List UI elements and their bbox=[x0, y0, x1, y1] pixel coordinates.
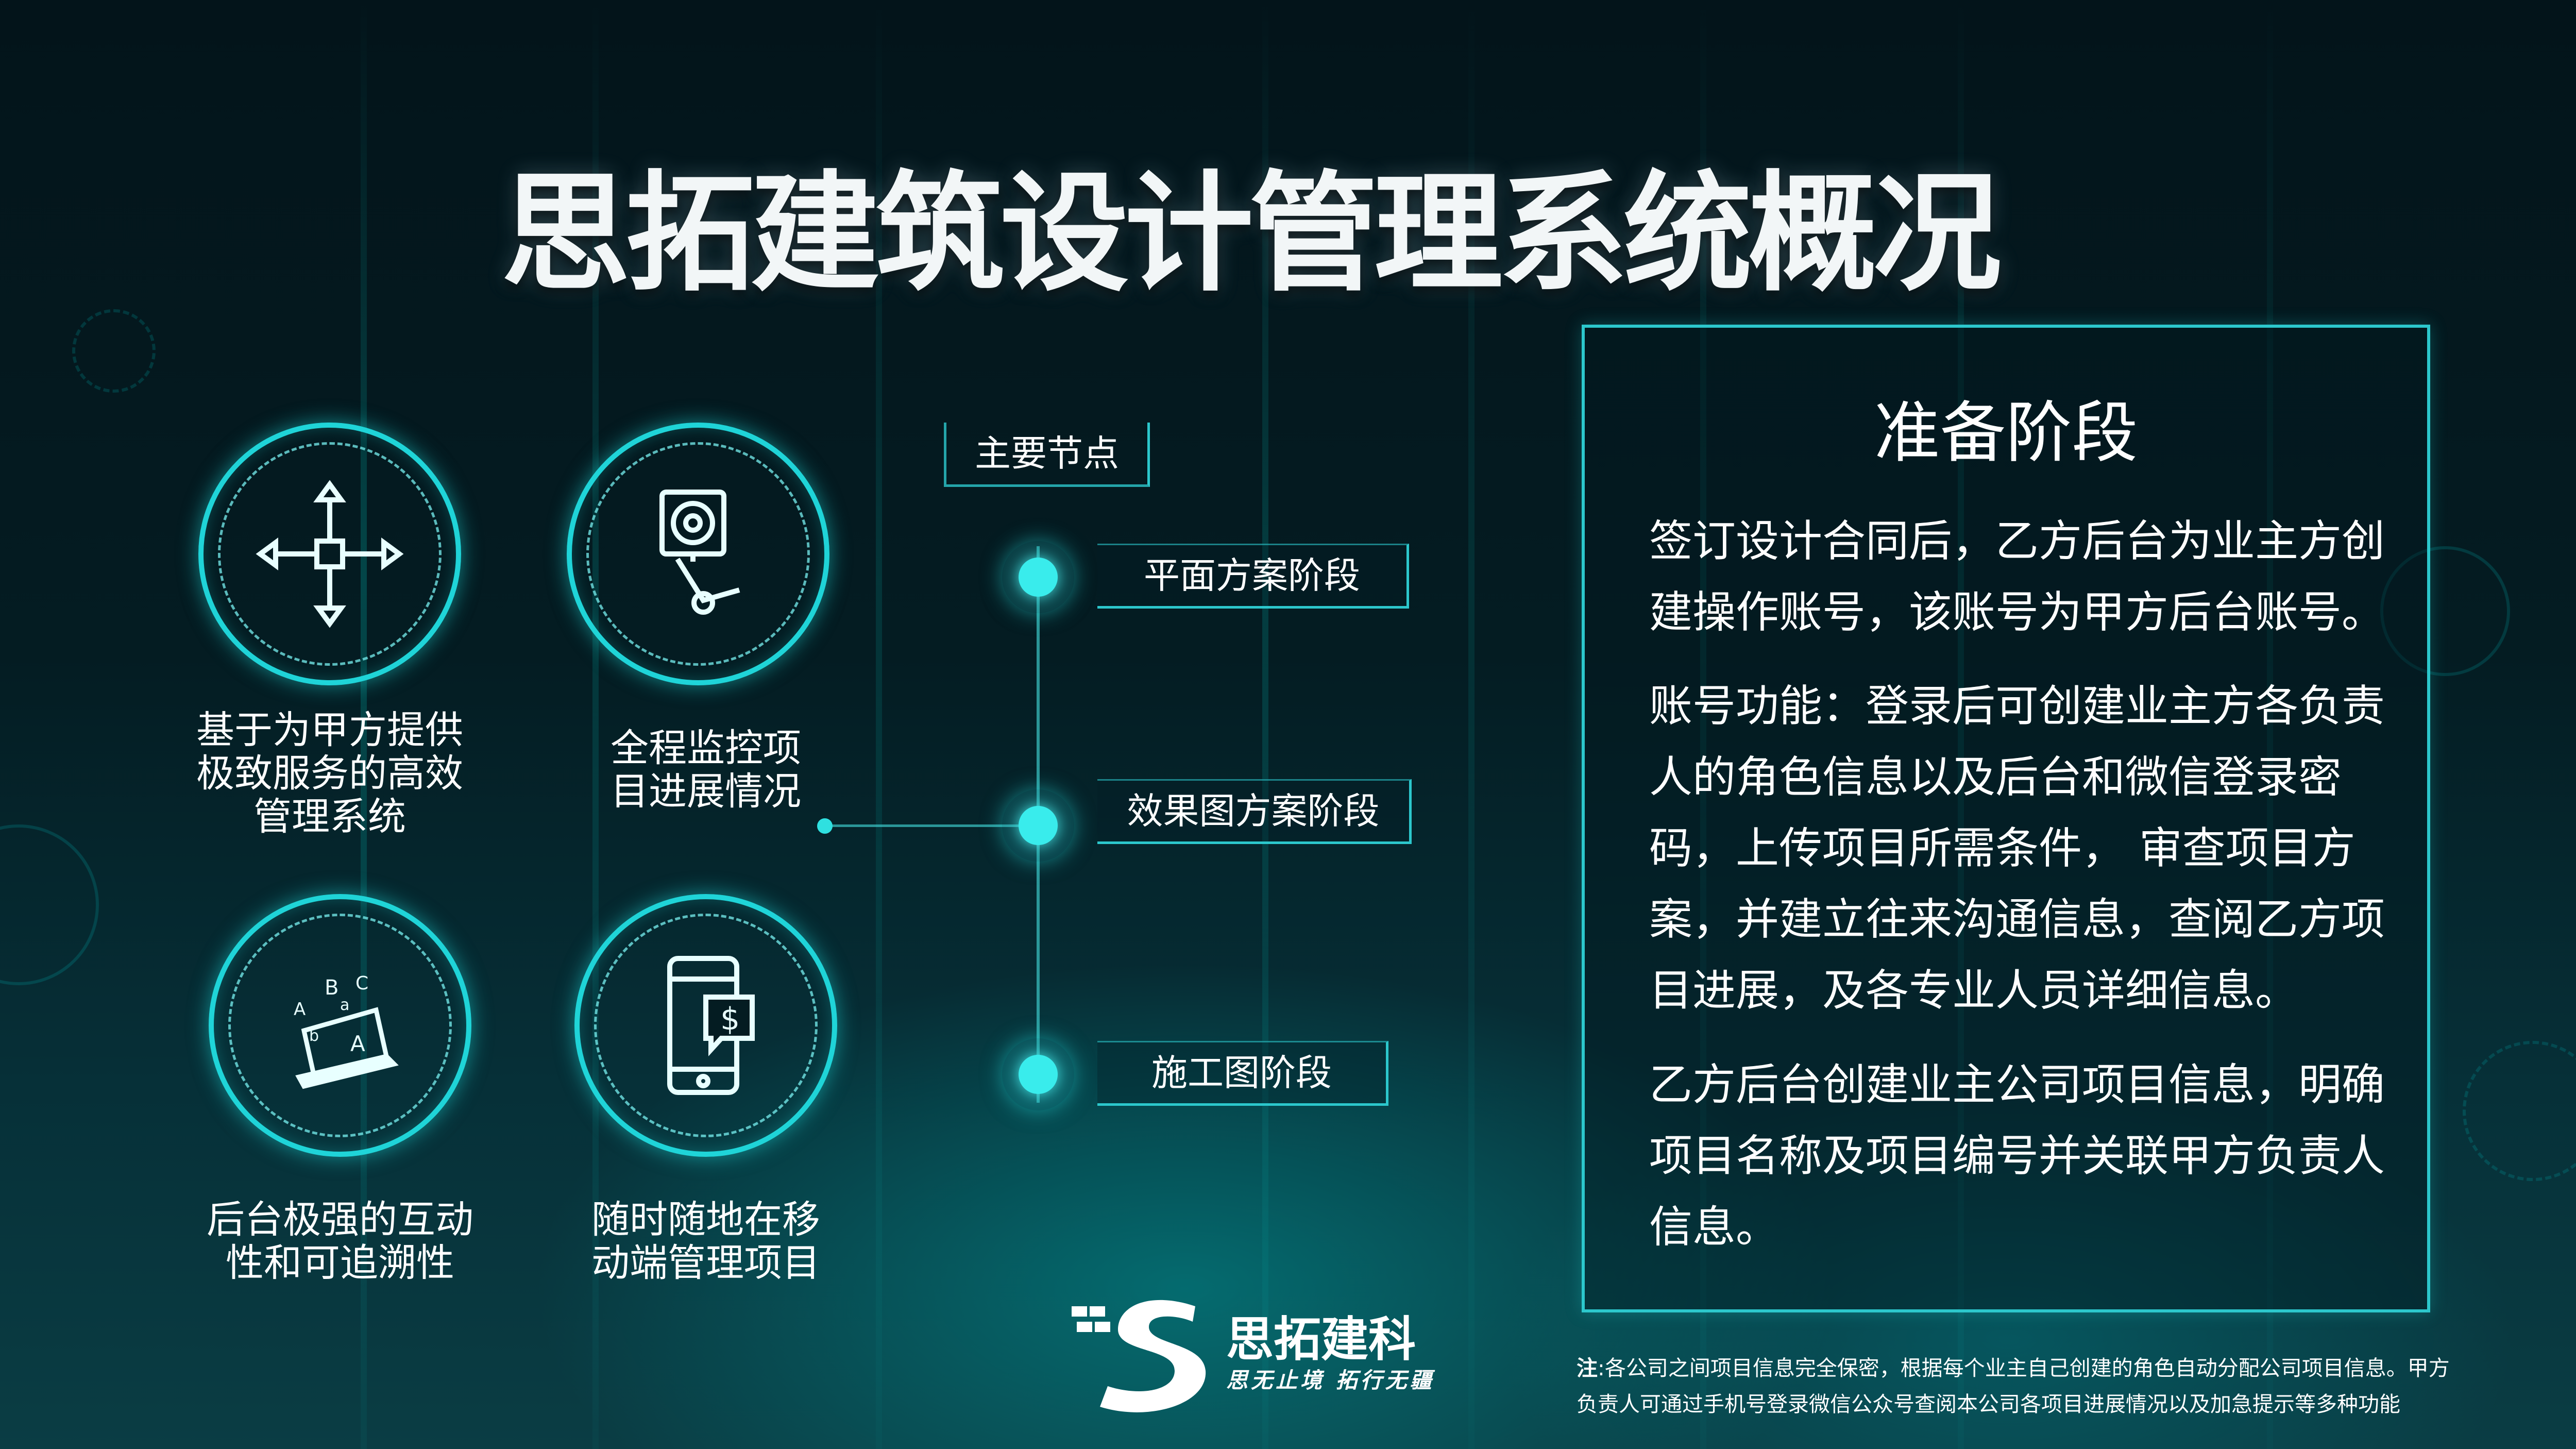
brand-name: 思拓建科 bbox=[1226, 1312, 1416, 1367]
svg-text:A: A bbox=[350, 1031, 365, 1056]
brand-logo: 思拓建科 思无止境 拓行无疆 bbox=[1061, 1286, 1453, 1414]
footnote-label: 注 bbox=[1577, 1356, 1598, 1380]
feature-text: 基于为甲方提供 极致服务的高效 管理系统 bbox=[170, 709, 489, 838]
move-arrows-icon bbox=[256, 480, 404, 628]
timeline-node bbox=[1002, 789, 1074, 862]
timeline-header: 主要节点 bbox=[944, 423, 1150, 487]
svg-text:B: B bbox=[325, 976, 338, 1000]
panel-title: 准备阶段 bbox=[1874, 395, 2138, 471]
timeline-node bbox=[1002, 541, 1074, 613]
feature-text-content: 随时随地在移 动端管理项目 bbox=[591, 1198, 820, 1285]
panel-paragraph: 账号功能：登录后可创建业主方各负责人的角色信息以及后台和微信登录密码，上传项目所… bbox=[1649, 681, 2385, 1016]
svg-text:A: A bbox=[294, 999, 306, 1020]
brand-slogan: 思无止境 拓行无疆 bbox=[1226, 1368, 1435, 1393]
timeline-node-label: 效果图方案阶段 bbox=[1097, 779, 1412, 844]
brand-s-logo-icon bbox=[1072, 1300, 1206, 1412]
svg-text:b: b bbox=[309, 1027, 319, 1045]
page-title: 思拓建筑设计管理系统概况 bbox=[501, 159, 2002, 309]
slide-stage: 思拓建筑设计管理系统概况 基于为甲方提供 极致服务的高效 管理系统 全程监控项 … bbox=[0, 0, 2576, 1449]
mobile-dollar-icon: $ bbox=[667, 956, 755, 1095]
laptop-letters-icon: B C A a b A bbox=[294, 973, 399, 1089]
svg-text:a: a bbox=[340, 996, 349, 1014]
info-panel: 准备阶段 签订设计合同后，乙方后台为业主方创建操作账号，该账号为甲方后台账号。 … bbox=[1582, 325, 2430, 1312]
decorative-ring bbox=[72, 309, 156, 393]
panel-paragraph: 签订设计合同后，乙方后台为业主方创建操作账号，该账号为甲方后台账号。 bbox=[1649, 516, 2385, 637]
feature-badge bbox=[567, 423, 829, 685]
feature-text-content: 全程监控项 目进展情况 bbox=[611, 726, 801, 814]
svg-text:C: C bbox=[355, 973, 368, 994]
connector-dot bbox=[817, 818, 833, 834]
feature-badge: $ bbox=[574, 894, 837, 1157]
panel-paragraph: 乙方后台创建业主公司项目信息，明确项目名称及项目编号并关联甲方负责人信息。 bbox=[1649, 1059, 2385, 1252]
decorative-ring bbox=[2463, 1041, 2576, 1181]
timeline-node-label: 平面方案阶段 bbox=[1097, 544, 1409, 609]
footnote-text: :各公司之间项目信息完全保密，根据每个业主自己创建的角色自动分配公司项目信息。甲… bbox=[1577, 1356, 2450, 1417]
feature-badge bbox=[198, 423, 461, 685]
timeline-node bbox=[1002, 1038, 1074, 1110]
feature-text: 随时随地在移 动端管理项目 bbox=[546, 1198, 866, 1285]
monitor-camera-icon bbox=[659, 490, 740, 615]
decorative-ring bbox=[0, 824, 99, 985]
svg-text:$: $ bbox=[720, 1001, 740, 1037]
footnote: 注:各公司之间项目信息完全保密，根据每个业主自己创建的角色自动分配公司项目信息。… bbox=[1577, 1350, 2468, 1422]
feature-text: 全程监控项 目进展情况 bbox=[546, 727, 866, 813]
feature-text: 后台极强的互动 性和可追溯性 bbox=[180, 1198, 500, 1285]
feature-badge: B C A a b A bbox=[209, 894, 471, 1157]
feature-text-content: 后台极强的互动 性和可追溯性 bbox=[207, 1198, 473, 1285]
feature-text-content: 基于为甲方提供 极致服务的高效 管理系统 bbox=[196, 708, 463, 839]
timeline-node-label: 施工图阶段 bbox=[1097, 1041, 1388, 1106]
